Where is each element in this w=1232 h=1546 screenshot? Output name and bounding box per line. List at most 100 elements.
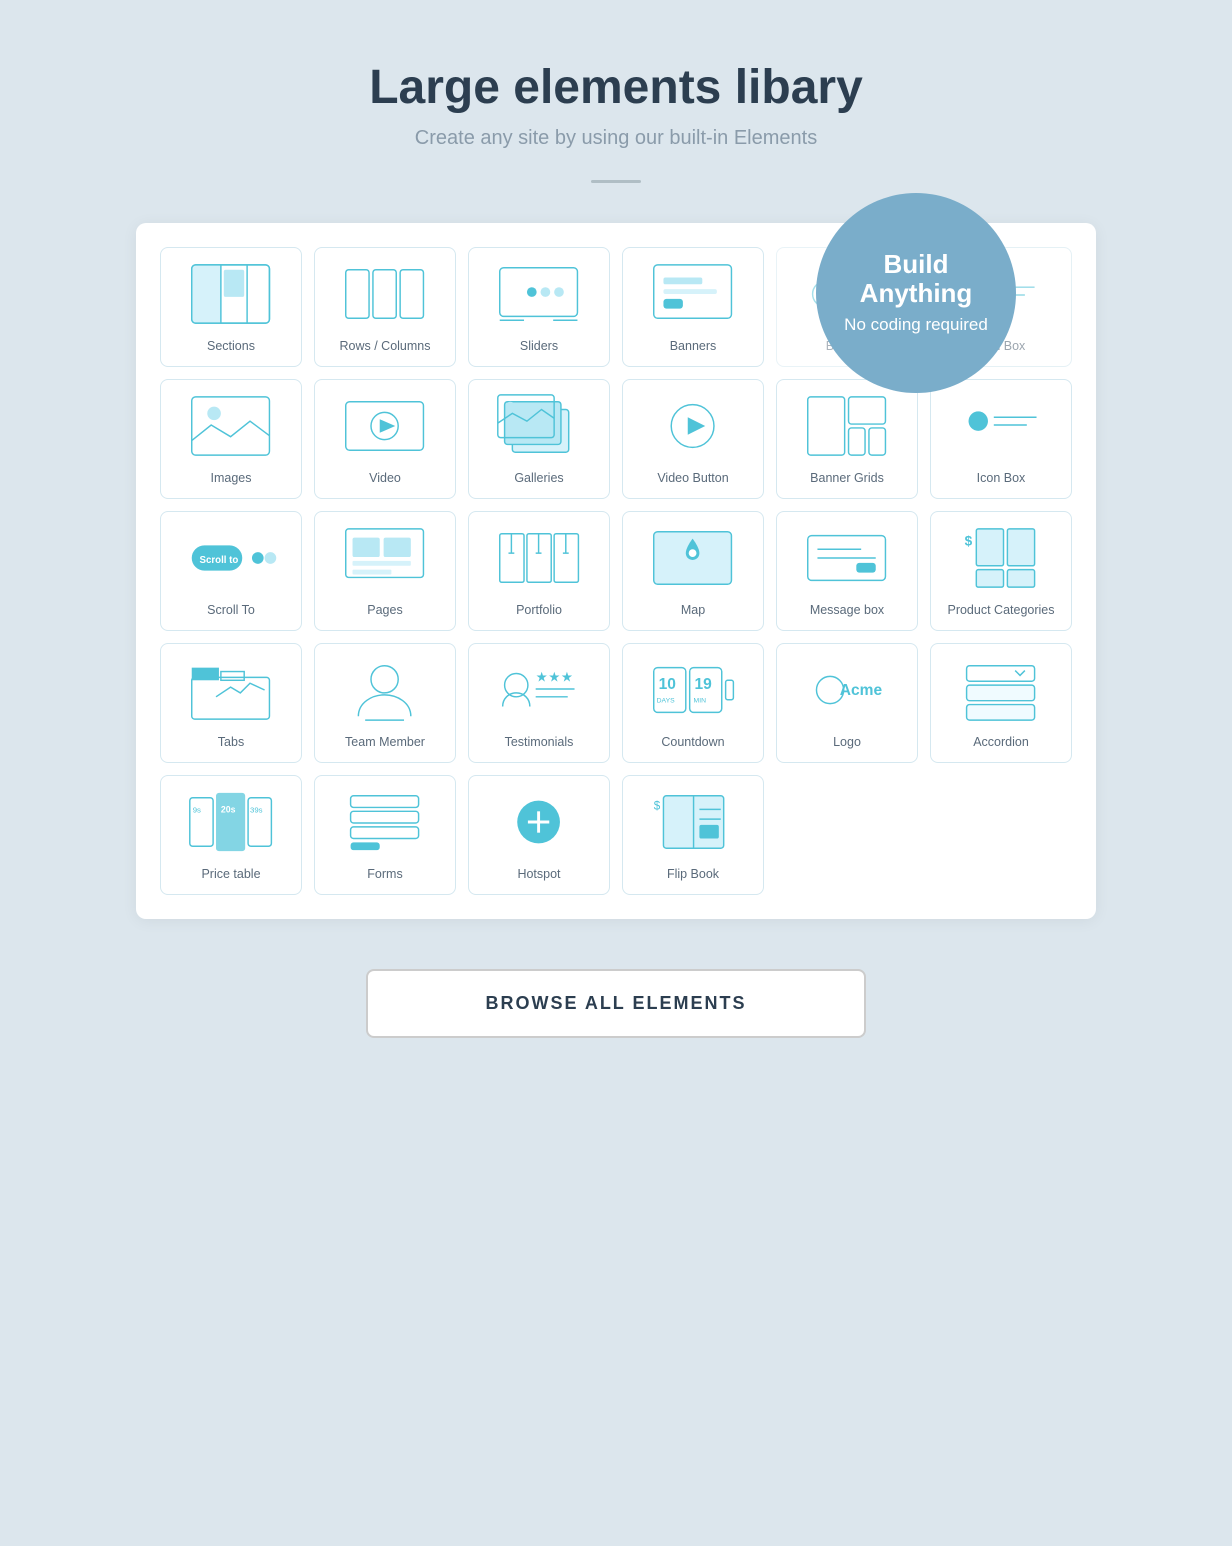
bubble-subtitle: No coding required xyxy=(844,314,988,336)
svg-text:19: 19 xyxy=(695,676,713,693)
element-sliders[interactable]: Sliders xyxy=(468,247,610,367)
video-button-label: Video Button xyxy=(657,470,728,486)
iconbox-r2-icon xyxy=(939,390,1063,462)
element-hotspot[interactable]: Hotspot xyxy=(468,775,610,895)
svg-text:★: ★ xyxy=(549,669,561,684)
element-video[interactable]: Video xyxy=(314,379,456,499)
portfolio-label: Portfolio xyxy=(516,602,562,618)
element-tabs[interactable]: Tabs xyxy=(160,643,302,763)
flip-book-label: Flip Book xyxy=(667,866,719,882)
logo-icon: Acme xyxy=(785,654,909,726)
element-countdown[interactable]: 10 DAYS 19 MIN Countdown xyxy=(622,643,764,763)
product-cat-label: Product Categories xyxy=(947,602,1054,618)
message-box-label: Message box xyxy=(810,602,884,618)
element-product-cat[interactable]: $ Product Categories xyxy=(930,511,1072,631)
element-flip-book[interactable]: $ Flip Book xyxy=(622,775,764,895)
element-scroll-to[interactable]: Scroll to Scroll To xyxy=(160,511,302,631)
tabs-label: Tabs xyxy=(218,734,244,750)
team-member-icon xyxy=(323,654,447,726)
element-message-box[interactable]: Message box xyxy=(776,511,918,631)
svg-text:★: ★ xyxy=(561,669,573,684)
galleries-label: Galleries xyxy=(514,470,563,486)
scroll-to-icon: Scroll to xyxy=(169,522,293,594)
element-map[interactable]: Map xyxy=(622,511,764,631)
svg-text:DAYS: DAYS xyxy=(657,698,675,705)
page-subtitle: Create any site by using our built-in El… xyxy=(415,127,817,150)
sections-icon xyxy=(169,258,293,330)
element-pages[interactable]: Pages xyxy=(314,511,456,631)
element-rows-cols[interactable]: Rows / Columns xyxy=(314,247,456,367)
countdown-icon: 10 DAYS 19 MIN xyxy=(631,654,755,726)
element-banners[interactable]: Banners xyxy=(622,247,764,367)
banners-label: Banners xyxy=(670,338,717,354)
svg-text:10: 10 xyxy=(659,676,676,693)
element-sections[interactable]: Sections xyxy=(160,247,302,367)
library-container: Build Anything No coding required Sectio… xyxy=(136,223,1096,919)
svg-text:★: ★ xyxy=(536,669,548,684)
banners-icon xyxy=(631,258,755,330)
testimonials-label: Testimonials xyxy=(505,734,574,750)
testimonials-icon: ★ ★ ★ xyxy=(477,654,601,726)
build-anything-bubble: Build Anything No coding required xyxy=(816,193,1016,393)
sections-label: Sections xyxy=(207,338,255,354)
element-iconbox-r2[interactable]: Icon Box xyxy=(930,379,1072,499)
svg-text:MIN: MIN xyxy=(694,698,707,705)
svg-text:9s: 9s xyxy=(193,805,201,814)
portfolio-icon xyxy=(477,522,601,594)
bubble-title: Build Anything xyxy=(836,250,996,307)
svg-text:Scroll to: Scroll to xyxy=(200,555,239,566)
svg-text:$: $ xyxy=(654,799,661,812)
banner-grids-icon xyxy=(785,390,909,462)
element-accordion[interactable]: Accordion xyxy=(930,643,1072,763)
team-member-label: Team Member xyxy=(345,734,425,750)
video-label: Video xyxy=(369,470,401,486)
pages-icon xyxy=(323,522,447,594)
element-price-table[interactable]: 9s 20s 39s Price table xyxy=(160,775,302,895)
flip-book-icon: $ xyxy=(631,786,755,858)
logo-label: Logo xyxy=(833,734,861,750)
price-table-label: Price table xyxy=(201,866,260,882)
element-logo[interactable]: Acme Logo xyxy=(776,643,918,763)
sliders-label: Sliders xyxy=(520,338,558,354)
sliders-icon xyxy=(477,258,601,330)
accordion-icon xyxy=(939,654,1063,726)
images-icon xyxy=(169,390,293,462)
price-table-icon: 9s 20s 39s xyxy=(169,786,293,858)
tabs-icon xyxy=(169,654,293,726)
rows-label: Rows / Columns xyxy=(340,338,431,354)
rows-icon xyxy=(323,258,447,330)
product-cat-icon: $ xyxy=(939,522,1063,594)
element-video-button[interactable]: Video Button xyxy=(622,379,764,499)
element-portfolio[interactable]: Portfolio xyxy=(468,511,610,631)
svg-text:20s: 20s xyxy=(221,804,236,814)
hotspot-icon xyxy=(477,786,601,858)
element-testimonials[interactable]: ★ ★ ★ Testimonials xyxy=(468,643,610,763)
element-team-member[interactable]: Team Member xyxy=(314,643,456,763)
accordion-label: Accordion xyxy=(973,734,1029,750)
video-button-icon xyxy=(631,390,755,462)
map-label: Map xyxy=(681,602,705,618)
message-box-icon xyxy=(785,522,909,594)
element-forms[interactable]: Forms xyxy=(314,775,456,895)
galleries-icon xyxy=(477,390,601,462)
countdown-label: Countdown xyxy=(661,734,724,750)
images-label: Images xyxy=(211,470,252,486)
scroll-to-label: Scroll To xyxy=(207,602,255,618)
hotspot-label: Hotspot xyxy=(517,866,560,882)
page-title: Large elements libary xyxy=(369,60,863,115)
pages-label: Pages xyxy=(367,602,402,618)
svg-text:$: $ xyxy=(965,533,973,548)
video-icon xyxy=(323,390,447,462)
forms-label: Forms xyxy=(367,866,402,882)
element-banner-grids[interactable]: Banner Grids xyxy=(776,379,918,499)
iconbox-r2-label: Icon Box xyxy=(977,470,1026,486)
map-icon xyxy=(631,522,755,594)
svg-text:39s: 39s xyxy=(250,805,263,814)
forms-icon xyxy=(323,786,447,858)
element-galleries[interactable]: Galleries xyxy=(468,379,610,499)
banner-grids-label: Banner Grids xyxy=(810,470,884,486)
svg-text:Acme: Acme xyxy=(840,682,883,699)
browse-all-button[interactable]: BROWSE ALL ELEMENTS xyxy=(366,969,866,1038)
divider xyxy=(591,180,641,183)
element-images[interactable]: Images xyxy=(160,379,302,499)
